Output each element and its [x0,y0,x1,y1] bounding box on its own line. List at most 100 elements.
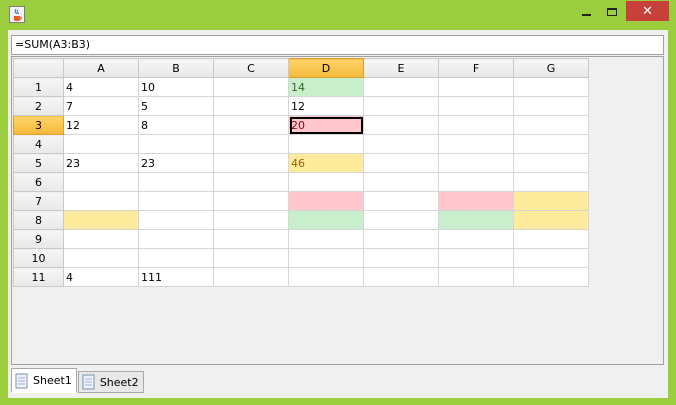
cell-d6[interactable] [288,172,364,192]
row-header[interactable]: 7 [13,191,64,211]
maximize-button[interactable] [599,2,625,22]
cell-b2[interactable]: 5 [138,96,214,116]
cell-f11[interactable] [438,267,514,287]
cell-b11[interactable]: 111 [138,267,214,287]
cell-b5[interactable]: 23 [138,153,214,173]
cell-g11[interactable] [513,267,589,287]
cell-b8[interactable] [138,210,214,230]
cell-e5[interactable] [363,153,439,173]
row-header[interactable]: 1 [13,77,64,97]
spreadsheet-grid[interactable]: A B C D E F G 1 4 10 14 2 7 5 12 3 12 8 20 4 5 23 23 46 6… [11,56,664,365]
cell-a8[interactable] [63,210,139,230]
cell-c4[interactable] [213,134,289,154]
column-header-d[interactable]: D [288,58,364,78]
cell-g6[interactable] [513,172,589,192]
cell-g10[interactable] [513,248,589,268]
title-bar[interactable]: ✕ [0,0,676,30]
cell-d1[interactable]: 14 [288,77,364,97]
cell-d8[interactable] [288,210,364,230]
cell-a11[interactable]: 4 [63,267,139,287]
cell-f3[interactable] [438,115,514,135]
cell-g9[interactable] [513,229,589,249]
cell-b7[interactable] [138,191,214,211]
cell-c5[interactable] [213,153,289,173]
row-header[interactable]: 10 [13,248,64,268]
formula-bar[interactable]: =SUM(A3:B3) [11,35,664,55]
cell-b3[interactable]: 8 [138,115,214,135]
column-header-b[interactable]: B [138,58,214,78]
cell-e10[interactable] [363,248,439,268]
cell-e8[interactable] [363,210,439,230]
cell-g8[interactable] [513,210,589,230]
tab-sheet1[interactable]: Sheet1 [11,368,77,393]
row-header[interactable]: 9 [13,229,64,249]
column-header-e[interactable]: E [363,58,439,78]
cell-g3[interactable] [513,115,589,135]
corner-header[interactable] [13,58,64,78]
cell-d7[interactable] [288,191,364,211]
cell-f10[interactable] [438,248,514,268]
row-header[interactable]: 3 [13,115,64,135]
cell-g2[interactable] [513,96,589,116]
cell-b4[interactable] [138,134,214,154]
cell-c3[interactable] [213,115,289,135]
cell-a4[interactable] [63,134,139,154]
tab-sheet2[interactable]: Sheet2 [77,371,144,393]
cell-c7[interactable] [213,191,289,211]
cell-b1[interactable]: 10 [138,77,214,97]
cell-b6[interactable] [138,172,214,192]
cell-f8[interactable] [438,210,514,230]
cell-a2[interactable]: 7 [63,96,139,116]
cell-e1[interactable] [363,77,439,97]
column-header-f[interactable]: F [438,58,514,78]
cell-g4[interactable] [513,134,589,154]
cell-c9[interactable] [213,229,289,249]
cell-g7[interactable] [513,191,589,211]
cell-c6[interactable] [213,172,289,192]
cell-a10[interactable] [63,248,139,268]
row-header[interactable]: 6 [13,172,64,192]
cell-d3[interactable]: 20 [288,115,364,135]
cell-e2[interactable] [363,96,439,116]
cell-d2[interactable]: 12 [288,96,364,116]
cell-a6[interactable] [63,172,139,192]
cell-f5[interactable] [438,153,514,173]
cell-f7[interactable] [438,191,514,211]
cell-e4[interactable] [363,134,439,154]
row-header[interactable]: 4 [13,134,64,154]
cell-a7[interactable] [63,191,139,211]
java-cup-icon[interactable] [9,6,25,23]
minimize-button[interactable] [573,2,599,22]
row-header[interactable]: 8 [13,210,64,230]
cell-e9[interactable] [363,229,439,249]
cell-d5[interactable]: 46 [288,153,364,173]
cell-a9[interactable] [63,229,139,249]
cell-c10[interactable] [213,248,289,268]
cell-d9[interactable] [288,229,364,249]
cell-a5[interactable]: 23 [63,153,139,173]
cell-b9[interactable] [138,229,214,249]
cell-g5[interactable] [513,153,589,173]
row-header[interactable]: 2 [13,96,64,116]
cell-d11[interactable] [288,267,364,287]
cell-c1[interactable] [213,77,289,97]
cell-c2[interactable] [213,96,289,116]
cell-f2[interactable] [438,96,514,116]
row-header[interactable]: 5 [13,153,64,173]
cell-d4[interactable] [288,134,364,154]
cell-g1[interactable] [513,77,589,97]
column-header-c[interactable]: C [213,58,289,78]
cell-f6[interactable] [438,172,514,192]
cell-e11[interactable] [363,267,439,287]
cell-f9[interactable] [438,229,514,249]
cell-f1[interactable] [438,77,514,97]
cell-c11[interactable] [213,267,289,287]
column-header-g[interactable]: G [513,58,589,78]
cell-e7[interactable] [363,191,439,211]
column-header-a[interactable]: A [63,58,139,78]
close-button[interactable]: ✕ [626,1,669,21]
cell-e6[interactable] [363,172,439,192]
cell-a1[interactable]: 4 [63,77,139,97]
cell-f4[interactable] [438,134,514,154]
cell-b10[interactable] [138,248,214,268]
